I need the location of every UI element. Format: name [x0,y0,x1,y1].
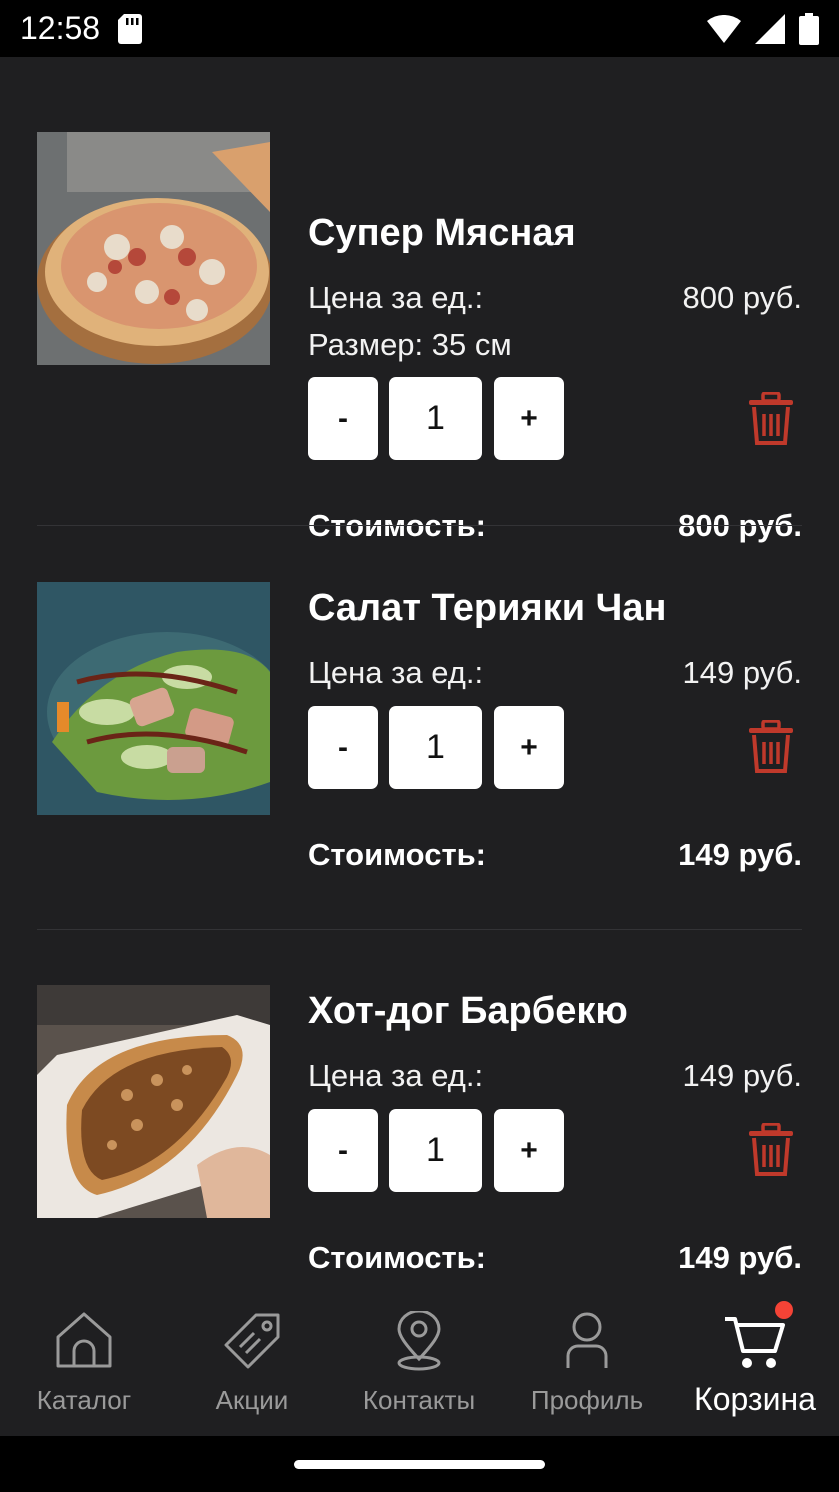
nav-label: Каталог [36,1385,132,1415]
tag-icon [224,1313,280,1369]
nav-item-cart[interactable]: Корзина [671,1297,839,1436]
total-label: Стоимость: [308,1240,487,1275]
total-value: 149 руб. [678,1240,802,1275]
unit-price-label: Цена за ед.: [308,655,484,690]
unit-price-label: Цена за ед.: [308,280,484,315]
home-icon [56,1312,112,1368]
cart-item: Супер Мясная Цена за ед.: 800 руб. Разме… [37,132,802,543]
nav-label: Профиль [530,1385,644,1415]
home-gesture-bar[interactable] [294,1460,545,1469]
nav-label: Акции [215,1385,289,1415]
system-navigation [0,1436,839,1492]
trash-icon[interactable] [747,1123,795,1177]
trash-icon[interactable] [747,720,795,774]
nav-item-profile[interactable]: Профиль [503,1297,671,1436]
bottom-navigation: Каталог Акции Контакты Профиль Корзина [0,1297,839,1436]
hotdog-photo [37,985,270,1218]
status-bar: 12:58 [0,0,839,57]
unit-price-label: Цена за ед.: [308,1058,484,1093]
cart-badge [775,1301,793,1319]
size-label: Размер: 35 см [308,327,512,362]
quantity-field[interactable]: 1 [389,377,482,460]
pizza-photo [37,132,270,365]
cart-item: Салат Терияки Чан Цена за ед.: 149 руб. … [37,582,802,932]
nav-label: Корзина [694,1381,816,1417]
trash-icon[interactable] [747,392,795,446]
status-time: 12:58 [20,10,101,46]
nav-label: Контакты [362,1385,476,1415]
divider [37,525,802,526]
increase-quantity-button[interactable]: + [494,377,564,460]
sd-card-icon [118,13,143,44]
total-label: Стоимость: [308,837,487,872]
cart-icon [725,1317,785,1368]
quantity-field[interactable]: 1 [389,1109,482,1192]
unit-price-value: 800 руб. [682,280,802,315]
cart-item: Хот-дог Барбекю Цена за ед.: 149 руб. - … [37,985,802,1297]
nav-item-contacts[interactable]: Контакты [335,1297,503,1436]
total-value: 149 руб. [678,837,802,872]
total-label: Стоимость: [308,508,487,543]
battery-icon [799,12,819,45]
user-icon [566,1312,608,1368]
decrease-quantity-button[interactable]: - [308,1109,378,1192]
decrease-quantity-button[interactable]: - [308,377,378,460]
item-name: Супер Мясная [308,212,576,254]
item-name: Салат Терияки Чан [308,587,667,629]
decrease-quantity-button[interactable]: - [308,706,378,789]
total-value: 800 руб. [678,508,802,543]
divider [37,929,802,930]
wifi-icon [707,14,741,43]
quantity-field[interactable]: 1 [389,706,482,789]
increase-quantity-button[interactable]: + [494,1109,564,1192]
nav-item-catalog[interactable]: Каталог [0,1297,168,1436]
cart-list[interactable]: Супер Мясная Цена за ед.: 800 руб. Разме… [37,57,802,1297]
nav-item-promotions[interactable]: Акции [168,1297,336,1436]
item-name: Хот-дог Барбекю [308,990,628,1032]
cell-signal-icon [755,13,785,44]
unit-price-value: 149 руб. [682,655,802,690]
salad-photo [37,582,270,815]
unit-price-value: 149 руб. [682,1058,802,1093]
increase-quantity-button[interactable]: + [494,706,564,789]
location-pin-icon [397,1311,441,1371]
